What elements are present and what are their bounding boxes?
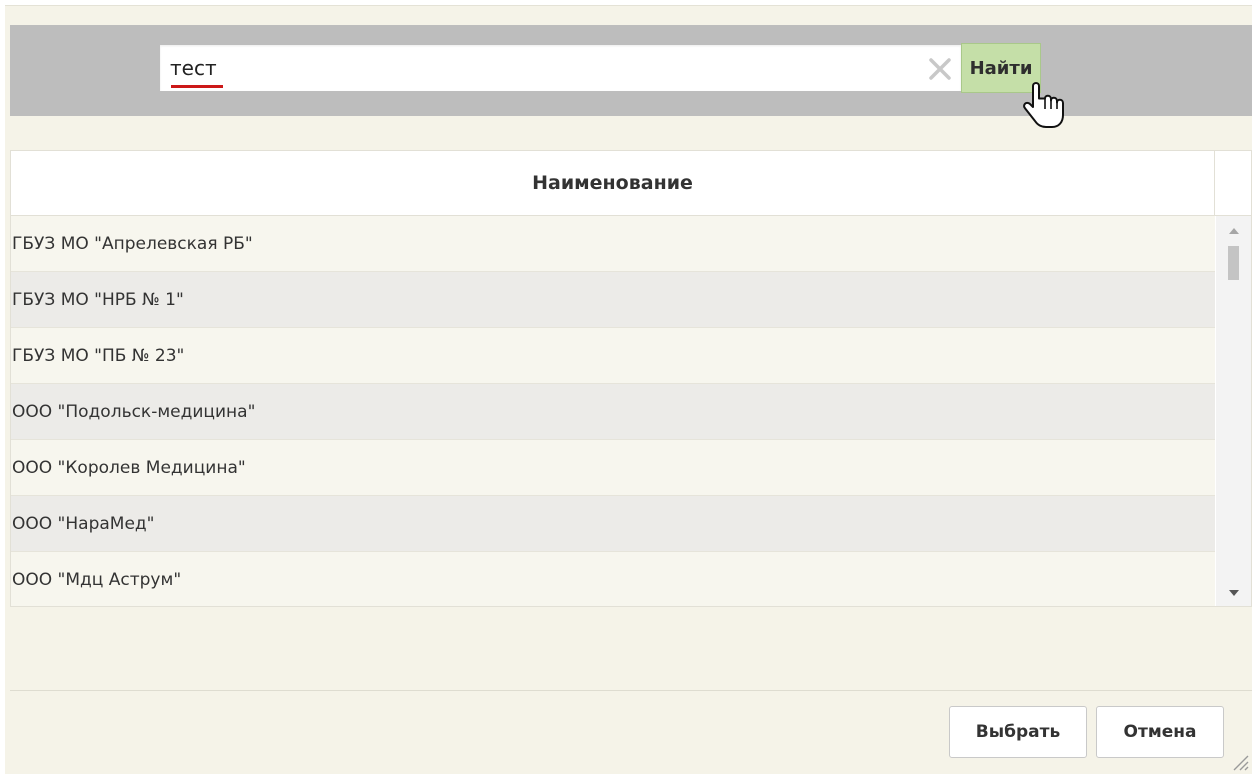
table-row[interactable]: ООО "Подольск-медицина" bbox=[11, 384, 1215, 440]
table-row[interactable]: ООО "Королев Медицина" bbox=[11, 440, 1215, 496]
vertical-scrollbar[interactable] bbox=[1216, 216, 1251, 606]
table-row[interactable]: ГБУЗ МО "НРБ № 1" bbox=[11, 272, 1215, 328]
column-header-name[interactable]: Наименование bbox=[11, 151, 1215, 215]
grid-header: Наименование bbox=[11, 151, 1251, 216]
footer-divider bbox=[10, 690, 1252, 691]
dialog: Найти Наименование ГБУЗ МО "Апрелевская … bbox=[5, 5, 1252, 774]
scroll-thumb[interactable] bbox=[1228, 246, 1239, 280]
grid-rows: ГБУЗ МО "Апрелевская РБ" ГБУЗ МО "НРБ № … bbox=[11, 216, 1215, 606]
scroll-up-arrow-icon[interactable] bbox=[1216, 220, 1251, 242]
select-button[interactable]: Выбрать bbox=[949, 706, 1087, 758]
spellcheck-underline bbox=[171, 85, 223, 88]
table-row[interactable]: ООО "НараМед" bbox=[11, 496, 1215, 552]
table-row[interactable]: ООО "Мдц Аструм" bbox=[11, 552, 1215, 606]
search-field[interactable] bbox=[160, 45, 961, 91]
close-icon[interactable] bbox=[923, 52, 957, 86]
results-grid: Наименование ГБУЗ МО "Апрелевская РБ" ГБ… bbox=[10, 150, 1252, 607]
table-row[interactable]: ГБУЗ МО "ПБ № 23" bbox=[11, 328, 1215, 384]
search-input[interactable] bbox=[170, 51, 910, 85]
scroll-down-arrow-icon[interactable] bbox=[1216, 582, 1251, 604]
search-bar: Найти bbox=[10, 25, 1252, 128]
table-row[interactable]: ГБУЗ МО "Апрелевская РБ" bbox=[11, 216, 1215, 272]
resize-grip-icon[interactable] bbox=[1228, 750, 1250, 772]
hand-cursor-icon bbox=[1023, 82, 1064, 128]
cancel-button[interactable]: Отмена bbox=[1096, 706, 1224, 758]
